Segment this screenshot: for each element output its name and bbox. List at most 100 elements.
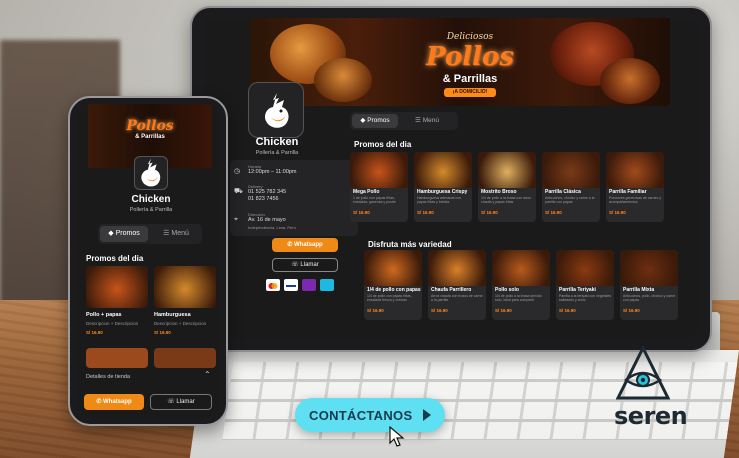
card-title: Parrilla Mixta — [623, 287, 655, 293]
phone-tab-promos[interactable]: ◆ Promos — [100, 226, 148, 242]
banner-title: Pollos — [426, 42, 514, 72]
phone-tab-promos-label: Promos — [115, 230, 140, 237]
card-description: Anticuchos, chorizo y carne a la parrill… — [545, 196, 595, 205]
card-title: 1/4 de pollo con papas — [367, 287, 421, 293]
food-image — [86, 348, 148, 368]
clock-icon: ◷ — [234, 168, 241, 175]
menu-item-card[interactable]: Mega Pollo 1 de pollo con papas fritas, e… — [350, 152, 408, 222]
brand-name: seren — [614, 402, 688, 430]
phone-restaurant-name: Chicken — [131, 194, 171, 205]
menu-item-card[interactable]: Parrilla Teriyaki Parrilla a la teriyaki … — [556, 250, 614, 320]
banner-badge: ¡A DOMICILIO! — [444, 88, 496, 97]
card-title: Parrilla Teriyaki — [559, 287, 596, 293]
card-description: Parrilla a la teriyaki con vegetales sal… — [559, 294, 612, 303]
food-image — [556, 250, 614, 286]
phone-tab-menu[interactable]: ☰ Menú — [152, 226, 200, 242]
food-image — [86, 266, 148, 308]
menu-item-card[interactable]: Chaufa Parrillero Arroz chaufa con trozos… — [428, 250, 486, 320]
food-image — [428, 250, 486, 286]
tablet-screen: Deliciosos Pollos & Parrillas ¡A DOMICIL… — [204, 18, 698, 338]
chevron-up-icon[interactable]: ⌃ — [204, 370, 211, 379]
rooster-icon — [141, 158, 161, 187]
phone-whatsapp-button[interactable]: ✆ Whatsapp — [84, 394, 144, 410]
restaurant-logo — [248, 82, 304, 138]
card-title: Hamburguesa Crispy — [417, 189, 468, 195]
card-price: S/ 16.90 — [367, 308, 384, 313]
tab-bar: ◆ Promos ☰ Menú — [350, 112, 458, 130]
phone-restaurant-logo — [134, 156, 168, 190]
phone-banner-subtitle: & Parrillas — [135, 134, 165, 140]
menu-item-card[interactable]: Mostrito Broso 1/4 de pollo a la brasa co… — [478, 152, 536, 222]
card-description: Hamburguesa artesanal con papas fritas y… — [417, 196, 461, 205]
phone-screen: Pollos & Parrillas Chicken Pollería & Pa… — [76, 104, 220, 418]
food-image — [350, 152, 408, 188]
contact-button-label: CONTÁCTANOS — [309, 408, 413, 423]
tab-promos-label: Promos — [367, 117, 390, 124]
address-value: Av. 16 de mayo — [248, 217, 286, 223]
hours-value: 12:00pm – 11:00pm — [248, 169, 297, 175]
phone-tab-bar: ◆ Promos ☰ Menú — [98, 224, 202, 244]
tab-menu[interactable]: ☰ Menú — [402, 114, 452, 128]
triangle-right-icon — [423, 409, 431, 421]
delivery-phone[interactable]: 01 525 782 345 — [248, 189, 286, 196]
rooster-icon — [264, 93, 289, 128]
card-description: 1/4 de pollo a la brasa servido solo, id… — [495, 294, 542, 303]
info-panel: ◷ Horario 12:00pm – 11:00pm ⛟ Delivery 0… — [230, 160, 358, 236]
card-price: S/ 16.90 — [609, 210, 626, 215]
promos-section-title: Promos del dia — [354, 140, 412, 149]
tab-menu-label: Menú — [422, 117, 439, 124]
tab-promos[interactable]: ◆ Promos — [352, 114, 398, 128]
phone-banner-title: Pollos — [126, 118, 174, 134]
card-price: S/ 16.90 — [623, 308, 640, 313]
card-price: S/ 16.90 — [495, 308, 512, 313]
restaurant-name: Chicken — [255, 136, 299, 148]
phone-promos-title: Promos del dia — [86, 254, 144, 263]
menu-item-card[interactable]: Hamburguesa Crispy Hamburguesa artesanal … — [414, 152, 472, 222]
menu-item-card[interactable]: 1/4 de pollo con papas 1/4 de pollo con p… — [364, 250, 422, 320]
card-title: Pollo solo — [495, 287, 519, 293]
whatsapp-icon: ✆ — [287, 242, 295, 248]
menu-item-card[interactable]: Parrilla Mixta Anticuchos, pollo, chorizo… — [620, 250, 678, 320]
menu-item-card[interactable]: Parrilla Familiar Porciones generosas de … — [606, 152, 664, 222]
food-image — [600, 58, 660, 104]
menu-item-card[interactable]: Parrilla Clásica Anticuchos, chorizo y ca… — [542, 152, 600, 222]
contact-button[interactable]: CONTÁCTANOS — [295, 398, 445, 432]
visa-icon — [284, 279, 298, 291]
food-image — [154, 348, 216, 368]
delivery-phone[interactable]: 01 823 7456 — [248, 196, 279, 203]
phone-call-button[interactable]: ☏ Llamar — [150, 394, 212, 410]
mastercard-icon — [266, 279, 280, 291]
call-button[interactable]: ☏ Llamar — [272, 258, 338, 272]
card-price: S/ 16.90 — [559, 308, 576, 313]
food-image — [542, 152, 600, 188]
seren-logo-icon — [616, 346, 670, 400]
food-image — [492, 250, 550, 286]
restaurant-tagline: Pollería & Parrilla — [255, 150, 299, 156]
card-title[interactable]: Pollo + papas — [86, 312, 122, 318]
food-image — [154, 266, 216, 308]
menu-item-card[interactable]: Pollo solo 1/4 de pollo a la brasa servid… — [492, 250, 550, 320]
banner-script-text: Deliciosos — [446, 32, 494, 42]
tablet-device: Deliciosos Pollos & Parrillas ¡A DOMICIL… — [190, 6, 712, 352]
call-label: Llamar — [300, 262, 319, 268]
food-image — [620, 250, 678, 286]
menu-list-icon: ☰ — [415, 117, 423, 124]
card-description: Porciones generosas de carnes y acompaña… — [609, 196, 661, 205]
phone-restaurant-tagline: Pollería & Parrilla — [129, 207, 173, 213]
card-description: 1/4 de pollo a la brasa con arroz chaufa… — [481, 196, 532, 205]
store-details-toggle[interactable]: Detalles de tienda — [86, 374, 130, 380]
yape-icon — [302, 279, 316, 291]
whatsapp-button[interactable]: ✆ Whatsapp — [272, 238, 338, 252]
whatsapp-icon: ✆ — [96, 399, 104, 405]
card-price: S/ 16.90 — [86, 330, 103, 335]
card-description: Arroz chaufa con trozos de carne a la pa… — [431, 294, 483, 303]
card-title[interactable]: Hamburguesa — [154, 312, 191, 318]
card-description: Descripcion + Descripcion — [86, 321, 139, 326]
card-price: S/ 16.90 — [545, 210, 562, 215]
card-price: S/ 16.90 — [417, 210, 434, 215]
food-image — [314, 58, 372, 102]
phone-call-label: Llamar — [176, 399, 195, 405]
motorbike-icon: ⛟ — [234, 188, 243, 195]
phone-whatsapp-label: Whatsapp — [103, 399, 132, 405]
food-image — [364, 250, 422, 286]
